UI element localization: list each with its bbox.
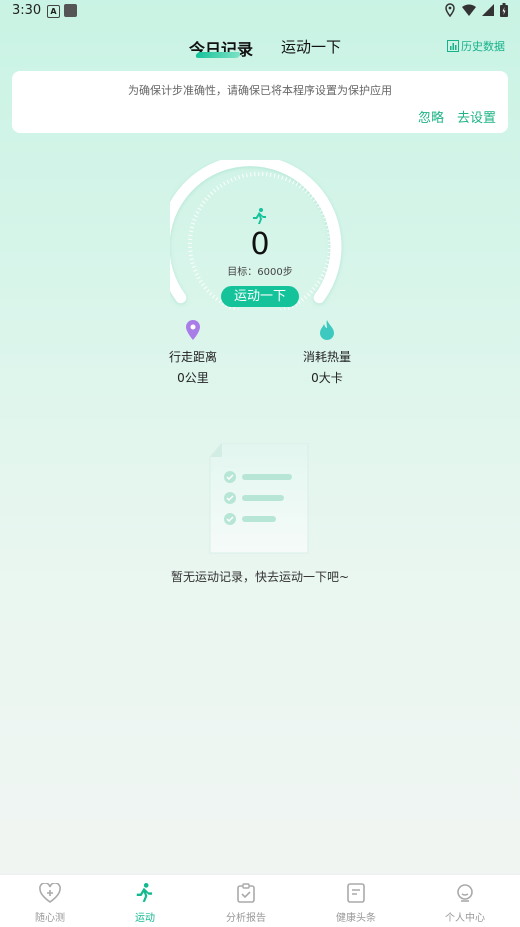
tab-exercise[interactable]: 运动一下 xyxy=(281,36,341,57)
wifi-icon xyxy=(462,4,476,16)
step-count: 0 xyxy=(250,227,270,262)
distance-stat: 行走距离 0公里 xyxy=(148,320,238,386)
status-time: 3:30 xyxy=(12,3,42,18)
history-data-link[interactable]: 历史数据 xyxy=(447,38,505,54)
clipboard-check-icon xyxy=(237,883,255,903)
nav-label-profile: 个人中心 xyxy=(445,913,485,924)
nav-label-news: 健康头条 xyxy=(336,913,376,924)
empty-state-text: 暂无运动记录，快去运动一下吧~ xyxy=(170,570,350,584)
nav-item-exercise[interactable]: 运动 xyxy=(105,883,185,924)
active-tab-indicator xyxy=(194,52,242,58)
nav-label-exercise: 运动 xyxy=(135,913,155,924)
nav-item-news[interactable]: 健康头条 xyxy=(316,883,396,924)
notice-text: 为确保计步准确性，请确保已将本程序设置为保护应用 xyxy=(128,84,392,97)
history-data-label: 历史数据 xyxy=(461,40,505,53)
person-icon xyxy=(457,884,473,902)
distance-label: 行走距离 xyxy=(168,350,217,364)
step-goal: 目标：6000步 xyxy=(227,267,293,278)
nav-item-profile[interactable]: 个人中心 xyxy=(425,883,505,924)
nav-label-measure: 随心测 xyxy=(35,913,65,924)
notification-square-icon xyxy=(64,4,77,17)
ignore-button[interactable]: 忽略 xyxy=(418,107,444,126)
bar-chart-icon xyxy=(447,40,459,52)
distance-value: 0公里 xyxy=(177,371,209,385)
empty-checklist-illustration xyxy=(209,443,309,554)
location-icon xyxy=(445,3,455,17)
go-settings-button[interactable]: 去设置 xyxy=(457,107,496,126)
news-icon xyxy=(347,883,365,903)
nav-label-report: 分析报告 xyxy=(226,913,266,924)
calories-stat: 消耗热量 0大卡 xyxy=(282,320,372,386)
calories-label: 消耗热量 xyxy=(302,350,351,364)
nav-item-report[interactable]: 分析报告 xyxy=(206,883,286,924)
status-bar: 3:30 A xyxy=(0,0,520,24)
start-exercise-button[interactable]: 运动一下 xyxy=(221,286,299,307)
bottom-navigation: 随心测 运动 分析报告 健康头条 个人中心 xyxy=(0,874,520,927)
nav-item-measure[interactable]: 随心测 xyxy=(10,882,90,924)
signal-icon xyxy=(482,4,494,16)
running-icon xyxy=(136,883,153,902)
top-tabs: 今日记录 运动一下 xyxy=(0,36,520,66)
location-pin-icon xyxy=(186,320,200,340)
flame-icon xyxy=(320,320,334,340)
calories-value: 0大卡 xyxy=(311,371,343,385)
battery-icon xyxy=(500,3,508,17)
heart-plus-icon xyxy=(39,882,61,903)
protection-notice-card: 为确保计步准确性，请确保已将本程序设置为保护应用 忽略 去设置 xyxy=(12,71,508,133)
notification-a-icon: A xyxy=(47,5,60,18)
status-icons xyxy=(444,3,508,17)
running-person-icon xyxy=(253,208,266,224)
